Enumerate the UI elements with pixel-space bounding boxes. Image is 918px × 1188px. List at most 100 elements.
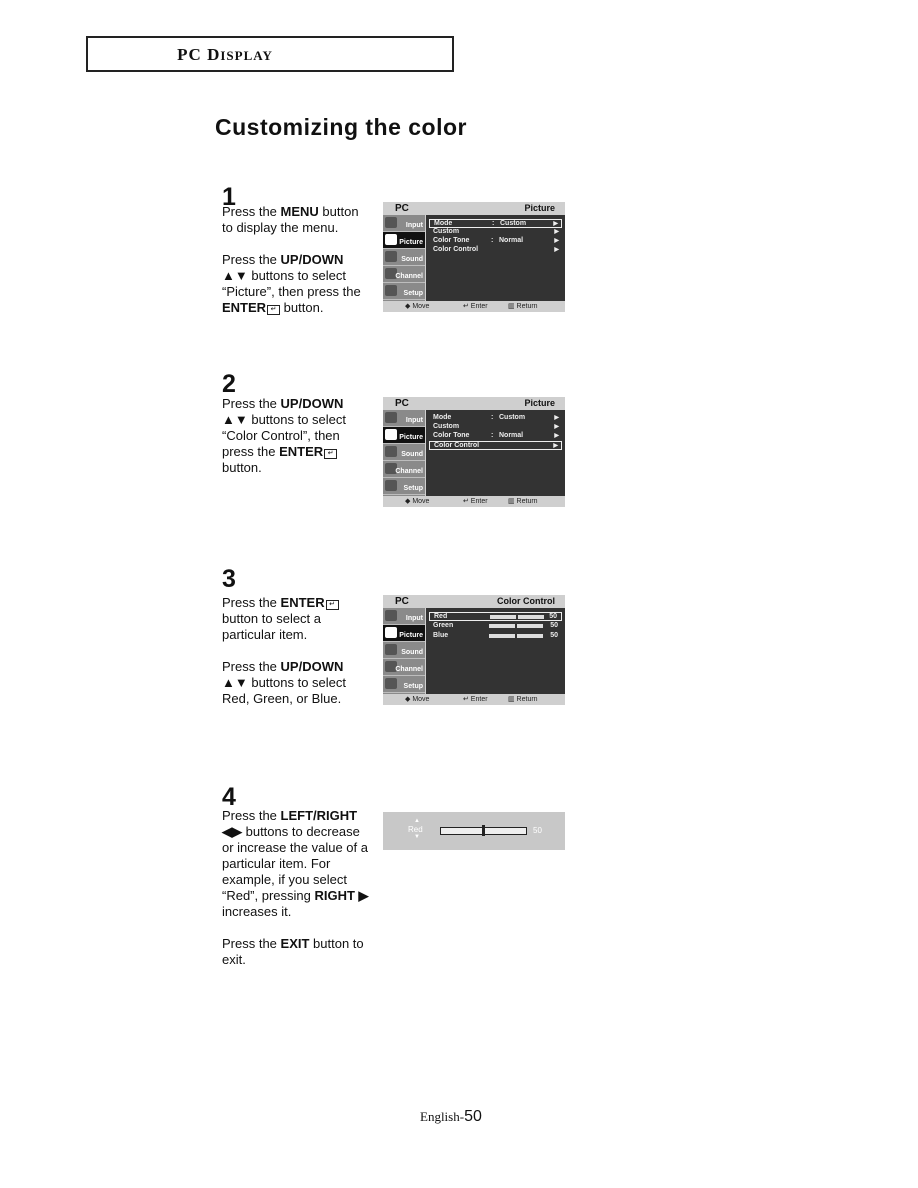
osd-footer: ◆ Move ↵ Enter ▥ Return	[383, 496, 565, 507]
osd-sidebar-item-channel[interactable]: Channel	[383, 266, 425, 283]
text: increases it.	[222, 904, 292, 919]
key-name: ENTER	[280, 595, 325, 610]
osd-sidebar-item-channel[interactable]: Channel	[383, 659, 425, 676]
osd-slider-row[interactable]: Blue 50	[429, 632, 562, 641]
color-slider[interactable]	[490, 615, 544, 619]
step-paragraph: Press the ENTER ↵ button to select a part…	[222, 595, 372, 643]
return-hint: ▥ Return	[508, 696, 538, 703]
page-title: Customizing the color	[215, 114, 467, 140]
osd-row-value: 50	[549, 613, 557, 620]
chevron-right-icon: ▶	[554, 415, 559, 421]
osd-menu-row[interactable]: Color Tone: Normal ▶	[429, 432, 562, 441]
text: Press the	[222, 204, 281, 219]
return-hint: ▥ Return	[508, 498, 538, 505]
osd-sidebar-item-picture[interactable]: Picture	[383, 625, 425, 642]
osd-sidebar-item-setup[interactable]: Setup	[383, 283, 425, 300]
osd-title: Picture	[524, 203, 555, 213]
osd-sidebar-item-input[interactable]: Input	[383, 215, 425, 232]
enter-icon: ↵	[325, 600, 339, 610]
osd-slider-row[interactable]: Red 50	[429, 612, 562, 621]
osd-sidebar-item-input[interactable]: Input	[383, 608, 425, 625]
osd-sidebar-item-setup[interactable]: Setup	[383, 676, 425, 693]
step-paragraph: Press the UP/DOWN ▲▼ buttons to select R…	[222, 659, 372, 707]
osd-menu-row[interactable]: Color Control ▶	[429, 441, 562, 450]
osd-sidebar: Input Picture Sound Channel Setup	[383, 215, 425, 301]
osd-menu-row[interactable]: Color Control ▶	[429, 246, 562, 255]
color-slider[interactable]	[489, 624, 543, 628]
osd-slider-row[interactable]: Green 50	[429, 622, 562, 631]
osd-sidebar-label: Input	[405, 417, 423, 424]
separator: :	[491, 237, 494, 244]
osd-header: PC Picture	[383, 202, 565, 214]
adjust-label: Red	[408, 825, 423, 834]
osd-menu: PC Color Control Input Picture Sound Channel S…	[383, 595, 565, 705]
slider-knob[interactable]	[481, 825, 485, 836]
osd-sidebar-label: Sound	[401, 256, 423, 263]
text: Press the	[222, 252, 281, 267]
input-icon	[385, 217, 397, 228]
osd-sidebar-label: Input	[405, 615, 423, 622]
osd-sidebar-item-sound[interactable]: Sound	[383, 642, 425, 659]
osd-sidebar-item-picture[interactable]: Picture	[383, 232, 425, 249]
osd-sidebar-label: Picture	[399, 239, 423, 246]
enter-hint: ↵ Enter	[463, 696, 488, 703]
enter-hint: ↵ Enter	[463, 303, 488, 310]
osd-menu-row[interactable]: Mode: Custom ▶	[429, 219, 562, 228]
osd-sidebar-label: Setup	[403, 683, 423, 690]
text: button to select a particular item.	[222, 611, 322, 642]
osd-sidebar-item-sound[interactable]: Sound	[383, 249, 425, 266]
picture-icon	[385, 234, 397, 245]
separator: :	[491, 432, 494, 439]
osd-sidebar-item-channel[interactable]: Channel	[383, 461, 425, 478]
adjust-bar-osd: ▲ Red ▼ 50	[383, 812, 565, 850]
section-header: PC DISPLAY	[86, 36, 454, 72]
osd-header: PC Picture	[383, 397, 565, 409]
enter-hint: ↵ Enter	[463, 498, 488, 505]
chevron-right-icon: ▶	[553, 221, 558, 227]
return-hint: ▥ Return	[508, 303, 538, 310]
text: button.	[222, 460, 262, 475]
osd-sidebar-item-picture[interactable]: Picture	[383, 427, 425, 444]
chevron-right-icon: ▶	[554, 433, 559, 439]
key-name: MENU	[280, 204, 319, 219]
text: Press the	[222, 936, 281, 951]
osd-menu: PC Picture Input Picture Sound Channel Setup Mo…	[383, 202, 565, 312]
osd-source-label: PC	[395, 398, 409, 409]
osd-source-label: PC	[395, 596, 409, 607]
osd-content: Mode: Custom ▶ Custom ▶ Color Tone: Normal ▶ Col…	[426, 410, 565, 496]
osd-menu-row[interactable]: Custom ▶	[429, 423, 562, 432]
osd-menu-row[interactable]: Mode: Custom ▶	[429, 414, 562, 423]
chevron-right-icon: ▶	[554, 229, 559, 235]
osd-sidebar-label: Channel	[395, 468, 423, 475]
osd-row-value: 50	[550, 622, 558, 629]
color-slider[interactable]	[489, 634, 543, 638]
sound-icon	[385, 446, 397, 457]
step-paragraph: Press the MENU button to display the men…	[222, 204, 372, 236]
key-name: RIGHT ▶	[314, 888, 369, 903]
osd-source-label: PC	[395, 203, 409, 214]
osd-sidebar-item-setup[interactable]: Setup	[383, 478, 425, 495]
osd-row-value: Custom	[500, 220, 527, 227]
chevron-right-icon: ▶	[554, 424, 559, 430]
input-icon	[385, 610, 397, 621]
adjust-slider[interactable]	[440, 825, 527, 836]
osd-sidebar-item-sound[interactable]: Sound	[383, 444, 425, 461]
osd-menu-row[interactable]: Custom ▶	[429, 228, 562, 237]
page-number: English-50	[420, 1108, 482, 1125]
text: Press the	[222, 808, 281, 823]
osd-sidebar-label: Sound	[401, 649, 423, 656]
text: Press the	[222, 659, 281, 674]
move-hint: ◆ Move	[405, 696, 430, 703]
osd-sidebar: Input Picture Sound Channel Setup	[383, 608, 425, 694]
osd-menu-row[interactable]: Color Tone: Normal ▶	[429, 237, 562, 246]
osd-sidebar-label: Picture	[399, 434, 423, 441]
osd-title: Picture	[524, 398, 555, 408]
adjust-value: 50	[533, 826, 542, 835]
step-paragraph: Press the UP/DOWN ▲▼ buttons to select “…	[222, 396, 372, 476]
osd-sidebar-item-input[interactable]: Input	[383, 410, 425, 427]
chevron-right-icon: ▶	[553, 443, 558, 449]
chevron-right-icon: ▶	[554, 247, 559, 253]
osd-content: Red 50 Green 50 Blue 50	[426, 608, 565, 694]
osd-header: PC Color Control	[383, 595, 565, 607]
step-instructions: Press the ENTER ↵ button to select a part…	[222, 595, 372, 723]
